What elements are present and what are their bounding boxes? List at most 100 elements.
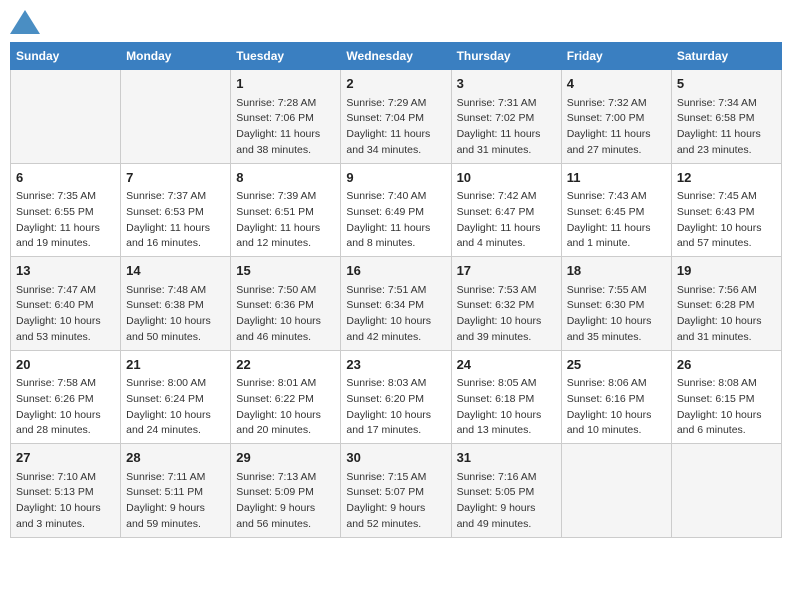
calendar-day-6: 6Sunrise: 7:35 AMSunset: 6:55 PMDaylight… <box>11 163 121 257</box>
calendar-day-empty <box>561 444 671 538</box>
day-info: Sunrise: 7:29 AMSunset: 7:04 PMDaylight:… <box>346 96 445 159</box>
calendar-day-17: 17Sunrise: 7:53 AMSunset: 6:32 PMDayligh… <box>451 257 561 351</box>
calendar-day-24: 24Sunrise: 8:05 AMSunset: 6:18 PMDayligh… <box>451 350 561 444</box>
calendar-day-30: 30Sunrise: 7:15 AMSunset: 5:07 PMDayligh… <box>341 444 451 538</box>
calendar-day-23: 23Sunrise: 8:03 AMSunset: 6:20 PMDayligh… <box>341 350 451 444</box>
logo <box>10 10 44 34</box>
day-info: Sunrise: 7:13 AMSunset: 5:09 PMDaylight:… <box>236 470 335 533</box>
calendar-day-7: 7Sunrise: 7:37 AMSunset: 6:53 PMDaylight… <box>121 163 231 257</box>
logo-icon <box>10 10 40 34</box>
day-number: 15 <box>236 261 335 281</box>
day-number: 14 <box>126 261 225 281</box>
day-info: Sunrise: 7:34 AMSunset: 6:58 PMDaylight:… <box>677 96 776 159</box>
day-number: 11 <box>567 168 666 188</box>
calendar-table: SundayMondayTuesdayWednesdayThursdayFrid… <box>10 42 782 538</box>
day-number: 17 <box>457 261 556 281</box>
calendar-day-13: 13Sunrise: 7:47 AMSunset: 6:40 PMDayligh… <box>11 257 121 351</box>
calendar-week-row: 13Sunrise: 7:47 AMSunset: 6:40 PMDayligh… <box>11 257 782 351</box>
day-info: Sunrise: 7:50 AMSunset: 6:36 PMDaylight:… <box>236 283 335 346</box>
day-number: 30 <box>346 448 445 468</box>
day-info: Sunrise: 7:42 AMSunset: 6:47 PMDaylight:… <box>457 189 556 252</box>
day-number: 10 <box>457 168 556 188</box>
day-info: Sunrise: 8:05 AMSunset: 6:18 PMDaylight:… <box>457 376 556 439</box>
day-number: 8 <box>236 168 335 188</box>
header-day-sunday: Sunday <box>11 43 121 70</box>
calendar-day-3: 3Sunrise: 7:31 AMSunset: 7:02 PMDaylight… <box>451 70 561 164</box>
day-number: 21 <box>126 355 225 375</box>
day-info: Sunrise: 7:55 AMSunset: 6:30 PMDaylight:… <box>567 283 666 346</box>
day-info: Sunrise: 7:58 AMSunset: 6:26 PMDaylight:… <box>16 376 115 439</box>
calendar-day-12: 12Sunrise: 7:45 AMSunset: 6:43 PMDayligh… <box>671 163 781 257</box>
calendar-week-row: 6Sunrise: 7:35 AMSunset: 6:55 PMDaylight… <box>11 163 782 257</box>
calendar-day-26: 26Sunrise: 8:08 AMSunset: 6:15 PMDayligh… <box>671 350 781 444</box>
header-day-friday: Friday <box>561 43 671 70</box>
day-number: 29 <box>236 448 335 468</box>
day-info: Sunrise: 7:39 AMSunset: 6:51 PMDaylight:… <box>236 189 335 252</box>
calendar-day-28: 28Sunrise: 7:11 AMSunset: 5:11 PMDayligh… <box>121 444 231 538</box>
day-number: 28 <box>126 448 225 468</box>
day-info: Sunrise: 8:08 AMSunset: 6:15 PMDaylight:… <box>677 376 776 439</box>
calendar-week-row: 1Sunrise: 7:28 AMSunset: 7:06 PMDaylight… <box>11 70 782 164</box>
calendar-day-20: 20Sunrise: 7:58 AMSunset: 6:26 PMDayligh… <box>11 350 121 444</box>
day-number: 25 <box>567 355 666 375</box>
calendar-day-9: 9Sunrise: 7:40 AMSunset: 6:49 PMDaylight… <box>341 163 451 257</box>
day-number: 19 <box>677 261 776 281</box>
day-info: Sunrise: 7:35 AMSunset: 6:55 PMDaylight:… <box>16 189 115 252</box>
calendar-day-empty <box>671 444 781 538</box>
day-info: Sunrise: 8:06 AMSunset: 6:16 PMDaylight:… <box>567 376 666 439</box>
day-info: Sunrise: 7:43 AMSunset: 6:45 PMDaylight:… <box>567 189 666 252</box>
day-number: 24 <box>457 355 556 375</box>
day-number: 7 <box>126 168 225 188</box>
calendar-day-5: 5Sunrise: 7:34 AMSunset: 6:58 PMDaylight… <box>671 70 781 164</box>
calendar-week-row: 20Sunrise: 7:58 AMSunset: 6:26 PMDayligh… <box>11 350 782 444</box>
calendar-day-22: 22Sunrise: 8:01 AMSunset: 6:22 PMDayligh… <box>231 350 341 444</box>
calendar-day-empty <box>11 70 121 164</box>
day-info: Sunrise: 8:00 AMSunset: 6:24 PMDaylight:… <box>126 376 225 439</box>
calendar-day-21: 21Sunrise: 8:00 AMSunset: 6:24 PMDayligh… <box>121 350 231 444</box>
calendar-day-11: 11Sunrise: 7:43 AMSunset: 6:45 PMDayligh… <box>561 163 671 257</box>
day-info: Sunrise: 7:15 AMSunset: 5:07 PMDaylight:… <box>346 470 445 533</box>
calendar-day-1: 1Sunrise: 7:28 AMSunset: 7:06 PMDaylight… <box>231 70 341 164</box>
day-info: Sunrise: 7:45 AMSunset: 6:43 PMDaylight:… <box>677 189 776 252</box>
day-number: 23 <box>346 355 445 375</box>
day-number: 20 <box>16 355 115 375</box>
day-number: 1 <box>236 74 335 94</box>
day-info: Sunrise: 7:56 AMSunset: 6:28 PMDaylight:… <box>677 283 776 346</box>
calendar-day-4: 4Sunrise: 7:32 AMSunset: 7:00 PMDaylight… <box>561 70 671 164</box>
day-info: Sunrise: 8:03 AMSunset: 6:20 PMDaylight:… <box>346 376 445 439</box>
calendar-day-15: 15Sunrise: 7:50 AMSunset: 6:36 PMDayligh… <box>231 257 341 351</box>
day-info: Sunrise: 7:37 AMSunset: 6:53 PMDaylight:… <box>126 189 225 252</box>
calendar-week-row: 27Sunrise: 7:10 AMSunset: 5:13 PMDayligh… <box>11 444 782 538</box>
calendar-day-31: 31Sunrise: 7:16 AMSunset: 5:05 PMDayligh… <box>451 444 561 538</box>
header-day-thursday: Thursday <box>451 43 561 70</box>
day-number: 12 <box>677 168 776 188</box>
header-day-tuesday: Tuesday <box>231 43 341 70</box>
calendar-day-empty <box>121 70 231 164</box>
day-number: 27 <box>16 448 115 468</box>
header-day-wednesday: Wednesday <box>341 43 451 70</box>
day-info: Sunrise: 7:16 AMSunset: 5:05 PMDaylight:… <box>457 470 556 533</box>
calendar-day-10: 10Sunrise: 7:42 AMSunset: 6:47 PMDayligh… <box>451 163 561 257</box>
day-number: 16 <box>346 261 445 281</box>
calendar-day-2: 2Sunrise: 7:29 AMSunset: 7:04 PMDaylight… <box>341 70 451 164</box>
day-number: 3 <box>457 74 556 94</box>
day-info: Sunrise: 7:28 AMSunset: 7:06 PMDaylight:… <box>236 96 335 159</box>
day-info: Sunrise: 7:51 AMSunset: 6:34 PMDaylight:… <box>346 283 445 346</box>
day-number: 6 <box>16 168 115 188</box>
day-info: Sunrise: 7:48 AMSunset: 6:38 PMDaylight:… <box>126 283 225 346</box>
day-info: Sunrise: 7:10 AMSunset: 5:13 PMDaylight:… <box>16 470 115 533</box>
day-number: 26 <box>677 355 776 375</box>
calendar-day-25: 25Sunrise: 8:06 AMSunset: 6:16 PMDayligh… <box>561 350 671 444</box>
day-number: 4 <box>567 74 666 94</box>
calendar-day-18: 18Sunrise: 7:55 AMSunset: 6:30 PMDayligh… <box>561 257 671 351</box>
day-info: Sunrise: 7:31 AMSunset: 7:02 PMDaylight:… <box>457 96 556 159</box>
day-info: Sunrise: 7:32 AMSunset: 7:00 PMDaylight:… <box>567 96 666 159</box>
calendar-day-27: 27Sunrise: 7:10 AMSunset: 5:13 PMDayligh… <box>11 444 121 538</box>
calendar-header-row: SundayMondayTuesdayWednesdayThursdayFrid… <box>11 43 782 70</box>
calendar-day-19: 19Sunrise: 7:56 AMSunset: 6:28 PMDayligh… <box>671 257 781 351</box>
day-number: 2 <box>346 74 445 94</box>
page-header <box>10 10 782 34</box>
header-day-saturday: Saturday <box>671 43 781 70</box>
calendar-day-8: 8Sunrise: 7:39 AMSunset: 6:51 PMDaylight… <box>231 163 341 257</box>
calendar-day-16: 16Sunrise: 7:51 AMSunset: 6:34 PMDayligh… <box>341 257 451 351</box>
